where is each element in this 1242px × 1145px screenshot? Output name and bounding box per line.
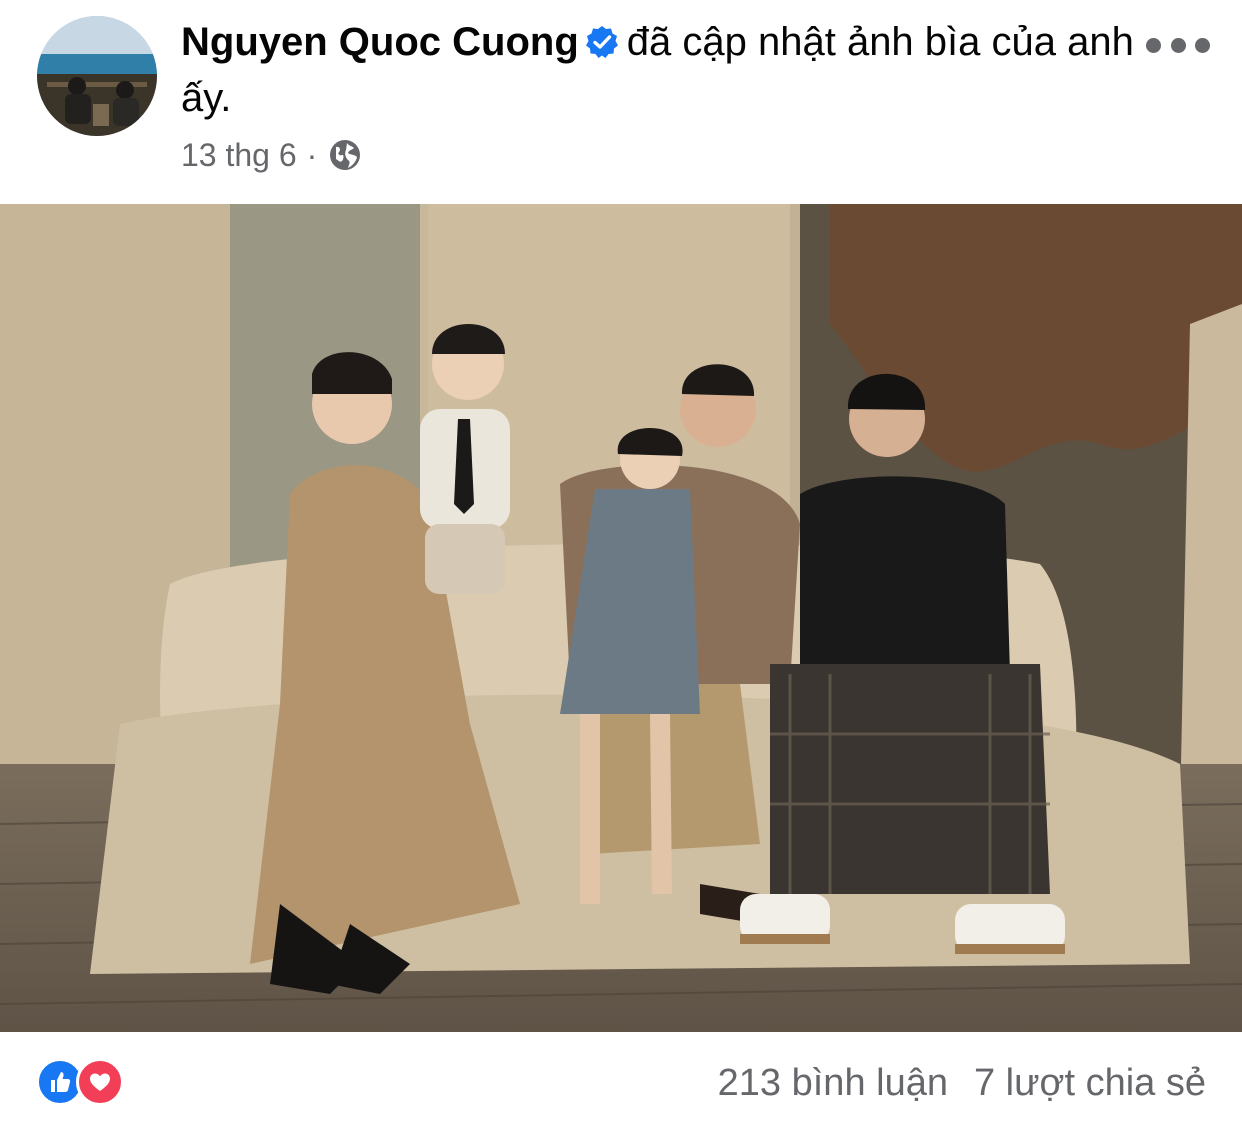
family-photo-image xyxy=(0,204,1242,1032)
avatar-image xyxy=(37,16,157,136)
verified-badge-icon xyxy=(585,18,619,58)
author-name-link[interactable]: Nguyen Quoc Cuong xyxy=(181,20,579,64)
more-dot xyxy=(1146,37,1161,53)
love-icon xyxy=(76,1058,124,1106)
post-headline: Nguyen Quoc Cuong đã cập nhật ảnh bìa của… xyxy=(181,14,1141,126)
globe-icon[interactable] xyxy=(327,137,363,173)
cover-photo[interactable] xyxy=(0,204,1242,1032)
more-dot xyxy=(1170,37,1186,53)
reaction-summary[interactable] xyxy=(36,1056,124,1108)
more-dot xyxy=(1195,37,1210,53)
comments-count-link[interactable]: 213 bình luận xyxy=(718,1062,948,1105)
post-header: Nguyen Quoc Cuong đã cập nhật ảnh bìa của… xyxy=(0,0,1242,204)
more-options-icon[interactable] xyxy=(1146,30,1210,60)
engagement-counts: 213 bình luận 7 lượt chia sẻ xyxy=(718,1062,1206,1105)
shares-count-link[interactable]: 7 lượt chia sẻ xyxy=(974,1062,1206,1105)
author-avatar[interactable] xyxy=(37,16,157,136)
post-date-link[interactable]: 13 thg 6 xyxy=(181,137,297,174)
meta-separator: · xyxy=(306,136,318,173)
post-meta: 13 thg 6 · xyxy=(181,132,363,178)
